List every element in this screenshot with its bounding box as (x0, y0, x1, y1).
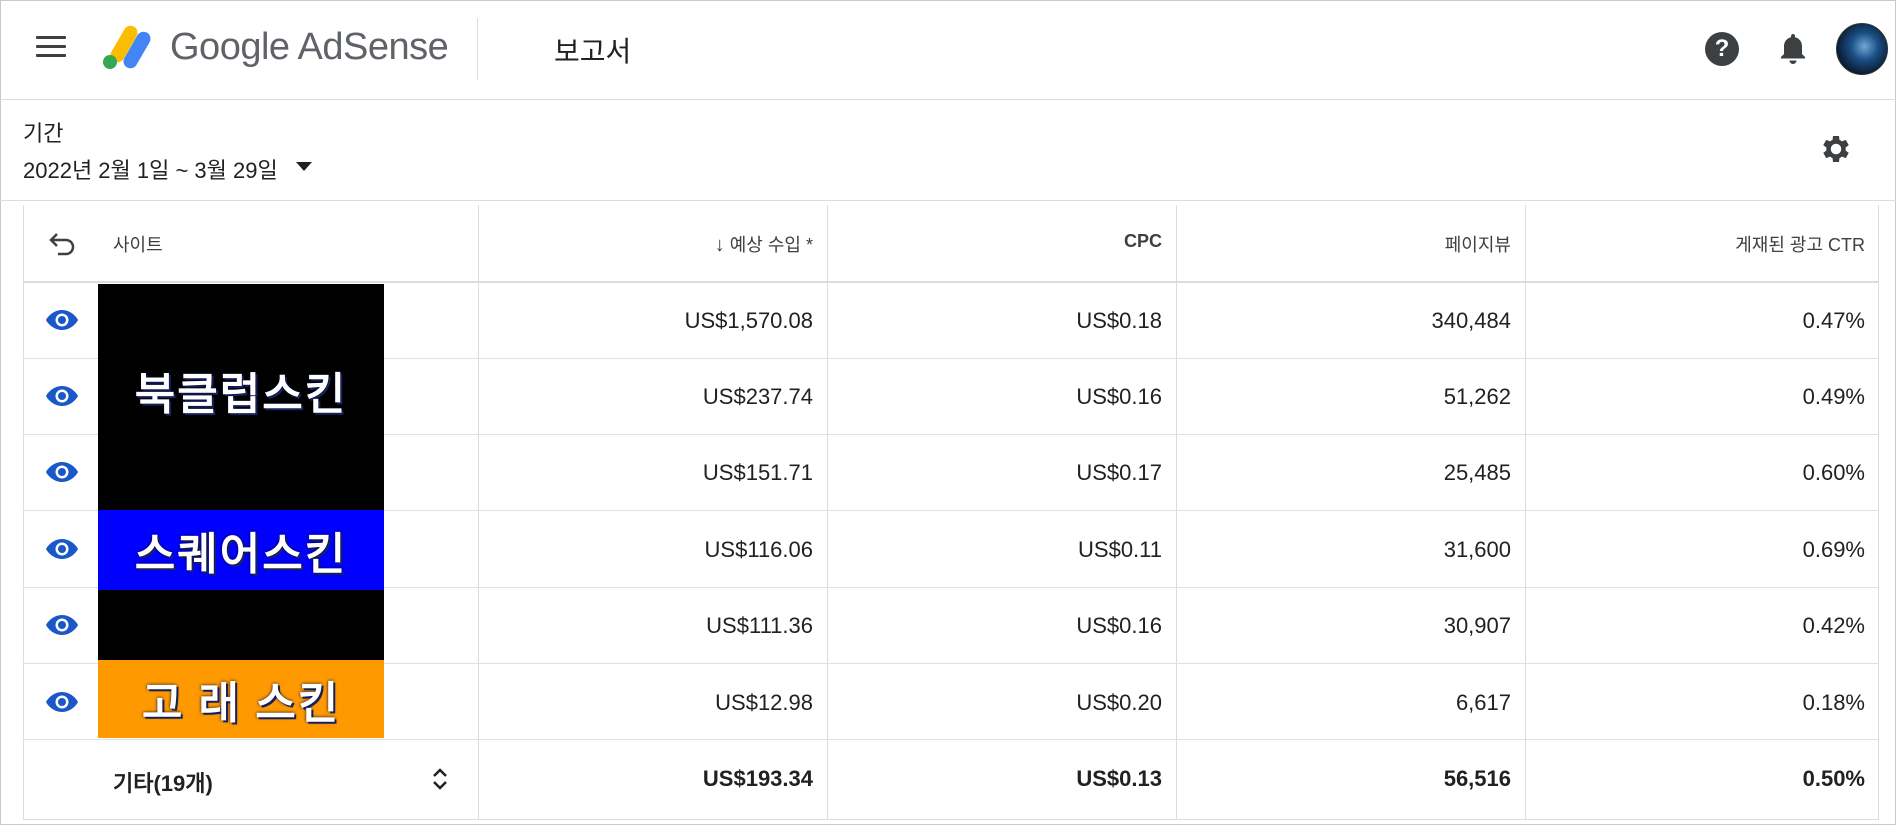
page-title: 보고서 (554, 36, 632, 67)
ctr-cell: 0.60% (1802, 460, 1865, 485)
other-cpc-cell: US$0.13 (1076, 766, 1162, 791)
ctr-cell: 0.18% (1802, 690, 1865, 715)
sort-down-icon: ↓ (714, 234, 725, 256)
other-ctr-cell: 0.50% (1802, 766, 1865, 791)
ctr-cell: 0.49% (1802, 384, 1865, 409)
earnings-cell: US$111.36 (706, 613, 813, 638)
bell-icon[interactable] (1778, 31, 1808, 65)
thumbnail-line: 스퀘어스킨 (98, 510, 384, 590)
ctr-cell: 0.69% (1802, 537, 1865, 562)
thumbnail-band (98, 590, 384, 670)
thumbnail-line: 고 래 스킨 (98, 660, 384, 738)
earnings-cell: US$1,570.08 (684, 308, 813, 333)
chevron-down-icon[interactable] (296, 162, 312, 171)
eye-icon[interactable] (44, 613, 80, 637)
column-header-site[interactable]: 사이트 (113, 231, 163, 257)
pageviews-cell: 31,600 (1443, 537, 1511, 562)
eye-icon[interactable] (44, 690, 80, 714)
expand-icon[interactable] (430, 765, 450, 793)
pageviews-cell: 6,617 (1455, 690, 1511, 715)
other-earnings-cell: US$193.34 (702, 766, 813, 791)
column-header-earnings[interactable]: ↓ 예상 수입 * (560, 231, 813, 257)
column-header-earnings-label: 예상 수입 * (729, 235, 813, 255)
column-header-pageviews[interactable]: 페이지뷰 (1250, 231, 1511, 257)
cpc-cell: US$0.17 (1076, 460, 1162, 485)
settings-gear-icon[interactable] (1818, 131, 1854, 167)
period-label: 기간 (23, 121, 64, 146)
cpc-cell: US$0.11 (1078, 537, 1162, 562)
column-header-cpc[interactable]: CPC (900, 231, 1162, 252)
ctr-cell: 0.42% (1802, 613, 1865, 638)
earnings-cell: US$12.98 (715, 690, 813, 715)
cpc-cell: US$0.20 (1076, 690, 1162, 715)
eye-icon[interactable] (44, 308, 80, 332)
adsense-logo[interactable] (100, 22, 154, 72)
cpc-cell: US$0.16 (1076, 384, 1162, 409)
header-divider (477, 18, 478, 80)
pageviews-cell: 30,907 (1443, 613, 1511, 638)
menu-icon[interactable] (36, 36, 66, 60)
brand-name[interactable]: Google AdSense (170, 26, 449, 69)
eye-icon[interactable] (44, 460, 80, 484)
earnings-cell: US$237.74 (702, 384, 813, 409)
filter-bar (0, 100, 1896, 201)
cpc-cell: US$0.16 (1076, 613, 1162, 638)
eye-icon[interactable] (44, 384, 80, 408)
eye-icon[interactable] (44, 537, 80, 561)
pageviews-cell: 340,484 (1431, 308, 1511, 333)
period-dropdown[interactable]: 2022년 2월 1일 ~ 3월 29일 (23, 153, 278, 185)
avatar[interactable] (1836, 23, 1888, 75)
site-thumbnail-image: 북클럽스킨 스퀘어스킨 고 래 스킨 (98, 284, 384, 738)
earnings-cell: US$151.71 (702, 460, 813, 485)
other-pageviews-cell: 56,516 (1443, 766, 1511, 791)
pageviews-cell: 25,485 (1443, 460, 1511, 485)
column-header-ctr[interactable]: 게재된 광고 CTR (1600, 231, 1865, 257)
thumbnail-line: 북클럽스킨 (98, 350, 384, 430)
back-icon[interactable] (48, 228, 78, 256)
ctr-cell: 0.47% (1802, 308, 1865, 333)
pageviews-cell: 51,262 (1443, 384, 1511, 409)
earnings-cell: US$116.06 (704, 537, 813, 562)
cpc-cell: US$0.18 (1076, 308, 1162, 333)
help-icon[interactable]: ? (1705, 32, 1739, 66)
other-sites-label: 기타(19개) (113, 771, 213, 796)
